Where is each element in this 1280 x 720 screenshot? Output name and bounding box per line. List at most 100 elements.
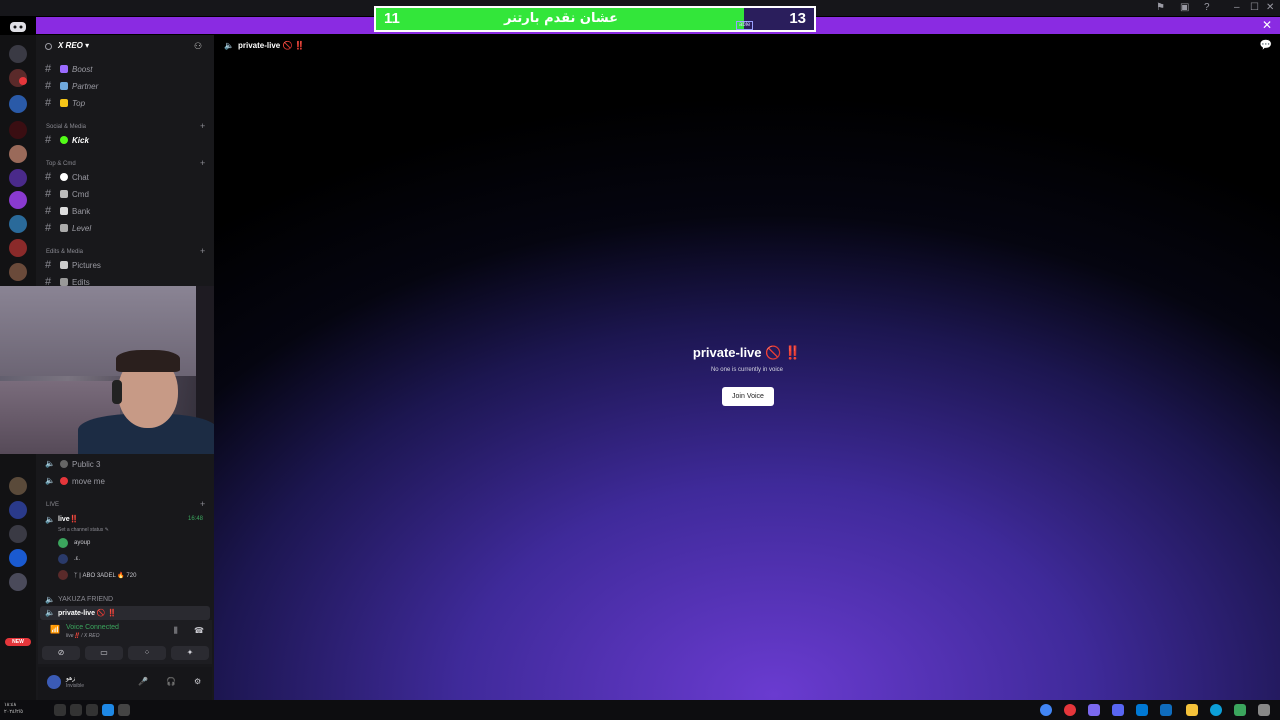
channel-header-title: private-live 🚫 ‼️ — [238, 41, 305, 50]
minimize-button[interactable]: – — [1234, 1, 1240, 15]
taskbar: ١٨:٤٨ ٢٠٢٤/٢/٥ — [0, 700, 1280, 720]
volume-icon[interactable] — [118, 704, 130, 716]
server-icon[interactable] — [9, 573, 27, 591]
create-channel-icon[interactable]: + — [200, 158, 205, 168]
screen-icon[interactable]: ▣ — [1180, 1, 1189, 15]
signal-icon[interactable]: 📶 — [50, 625, 60, 634]
channel-bank[interactable]: # Bank — [42, 204, 208, 220]
close-icon[interactable]: ✕ — [1262, 18, 1272, 33]
app-icon[interactable] — [1136, 704, 1148, 716]
voice-channel-private-live[interactable]: 🔈 private-live 🚫 ‼️ — [40, 606, 210, 620]
chart-icon — [60, 224, 68, 232]
server-icon[interactable] — [9, 525, 27, 543]
camera-button[interactable]: ⊘ — [42, 646, 80, 660]
channel-label: move me — [72, 477, 105, 486]
inbox-icon[interactable]: ⚑ — [1156, 1, 1165, 15]
server-icon[interactable] — [9, 145, 27, 163]
noise-suppression-icon[interactable]: ⫼ — [174, 626, 178, 636]
avatar[interactable] — [58, 538, 68, 548]
headphones-icon[interactable]: 🎧 — [166, 677, 176, 686]
category-live[interactable]: LIVE — [46, 502, 59, 508]
voice-channel-public-3[interactable]: 🔈 Public 3 — [42, 457, 208, 473]
speaker-icon: 🔈 — [45, 476, 55, 485]
member-name[interactable]: ᛉ | ABO 3ADEL 🔥 720 — [74, 572, 136, 579]
tray-icon[interactable] — [86, 704, 98, 716]
discord-logo-icon[interactable] — [8, 20, 28, 34]
avatar[interactable] — [47, 675, 61, 689]
server-icon[interactable] — [9, 477, 27, 495]
hash-icon: # — [45, 80, 52, 92]
unread-badge — [19, 77, 27, 85]
server-icon[interactable] — [9, 191, 27, 209]
trophy-emoji-icon — [60, 99, 68, 107]
join-voice-button[interactable]: Join Voice — [722, 387, 774, 406]
channel-top[interactable]: # Top — [42, 96, 208, 112]
settings-gear-icon[interactable]: ⚙ — [194, 677, 201, 686]
server-icon[interactable] — [9, 169, 27, 187]
server-icon[interactable] — [9, 45, 27, 63]
channel-pictures[interactable]: # Pictures — [42, 258, 208, 274]
channel-level[interactable]: # Level — [42, 221, 208, 237]
server-icon[interactable] — [9, 215, 27, 233]
server-icon[interactable] — [9, 501, 27, 519]
tray-icon[interactable] — [70, 704, 82, 716]
server-icon[interactable] — [9, 263, 27, 281]
username[interactable]: زهو — [66, 675, 75, 682]
add-member-icon[interactable]: ⚇ — [194, 41, 202, 52]
disconnect-icon[interactable]: ☎ — [194, 626, 204, 635]
help-icon[interactable]: ? — [1204, 1, 1210, 15]
channel-chat[interactable]: # Chat — [42, 170, 208, 186]
screen-share-button[interactable]: ▭ — [85, 646, 123, 660]
edge-icon[interactable] — [1210, 704, 1222, 716]
server-icon[interactable] — [9, 121, 27, 139]
channel-status-prompt[interactable]: Set a channel status ✎ — [58, 527, 109, 533]
category-top-cmd[interactable]: Top & Cmd — [46, 161, 76, 167]
category-edits-media[interactable]: Edits & Media — [46, 249, 83, 255]
bluetooth-icon[interactable] — [102, 704, 114, 716]
clock[interactable]: ١٨:٤٨ ٢٠٢٤/٢/٥ — [4, 702, 23, 716]
avatar[interactable] — [58, 554, 68, 564]
voice-channel-move-me[interactable]: 🔈 move me — [42, 474, 208, 490]
maximize-button[interactable]: ☐ — [1250, 1, 1259, 15]
category-social-media[interactable]: Social & Media — [46, 124, 86, 130]
app-icon[interactable] — [1064, 704, 1076, 716]
channel-cmd[interactable]: # Cmd — [42, 187, 208, 203]
avatar[interactable] — [58, 570, 68, 580]
create-channel-icon[interactable]: + — [200, 121, 205, 131]
chat-icon[interactable]: 💬 — [1260, 40, 1272, 51]
live-channel-name[interactable]: live‼️ — [58, 515, 78, 523]
create-channel-icon[interactable]: + — [200, 499, 205, 509]
right-score: 13 — [789, 10, 806, 27]
server-name[interactable]: X REO ▾ — [58, 41, 89, 50]
voice-connected-channel[interactable]: live‼️ / X REO — [66, 633, 99, 639]
app-icon[interactable] — [1258, 704, 1270, 716]
app-icon[interactable] — [1088, 704, 1100, 716]
member-name[interactable]: ayoup — [74, 540, 90, 546]
server-icon[interactable] — [9, 95, 27, 113]
app-icon[interactable] — [1234, 704, 1246, 716]
soundboard-button[interactable]: ✦ — [171, 646, 209, 660]
voice-channel-empty-note: No one is currently in voice — [710, 367, 784, 373]
live-timer: 16:48 — [188, 516, 204, 522]
channel-kick[interactable]: # Kick — [42, 133, 208, 149]
create-channel-icon[interactable]: + — [200, 246, 205, 256]
voice-connected-status[interactable]: Voice Connected — [66, 624, 119, 631]
channel-label: Pictures — [72, 261, 101, 270]
store-icon[interactable] — [1160, 704, 1172, 716]
channel-partner[interactable]: # Partner — [42, 79, 208, 95]
member-name[interactable]: .ε. — [74, 556, 80, 562]
channel-label: Kick — [72, 136, 89, 145]
discord-taskbar-icon[interactable] — [1112, 704, 1124, 716]
microphone-icon[interactable]: 🎤 — [138, 677, 148, 686]
file-explorer-icon[interactable] — [1186, 704, 1198, 716]
server-icon[interactable] — [9, 239, 27, 257]
channel-boost[interactable]: # Boost — [42, 62, 208, 78]
close-window-button[interactable]: ✕ — [1266, 1, 1274, 15]
activities-button[interactable]: ⁘ — [128, 646, 166, 660]
chrome-icon[interactable] — [1040, 704, 1052, 716]
tray-icon[interactable] — [54, 704, 66, 716]
score-tag: able — [736, 21, 754, 30]
server-icon[interactable] — [9, 549, 27, 567]
voice-channel-yakuza-friend[interactable]: YAKUZA FRIEND — [58, 596, 113, 603]
server-header[interactable]: X REO ▾ ⚇ — [36, 35, 214, 59]
